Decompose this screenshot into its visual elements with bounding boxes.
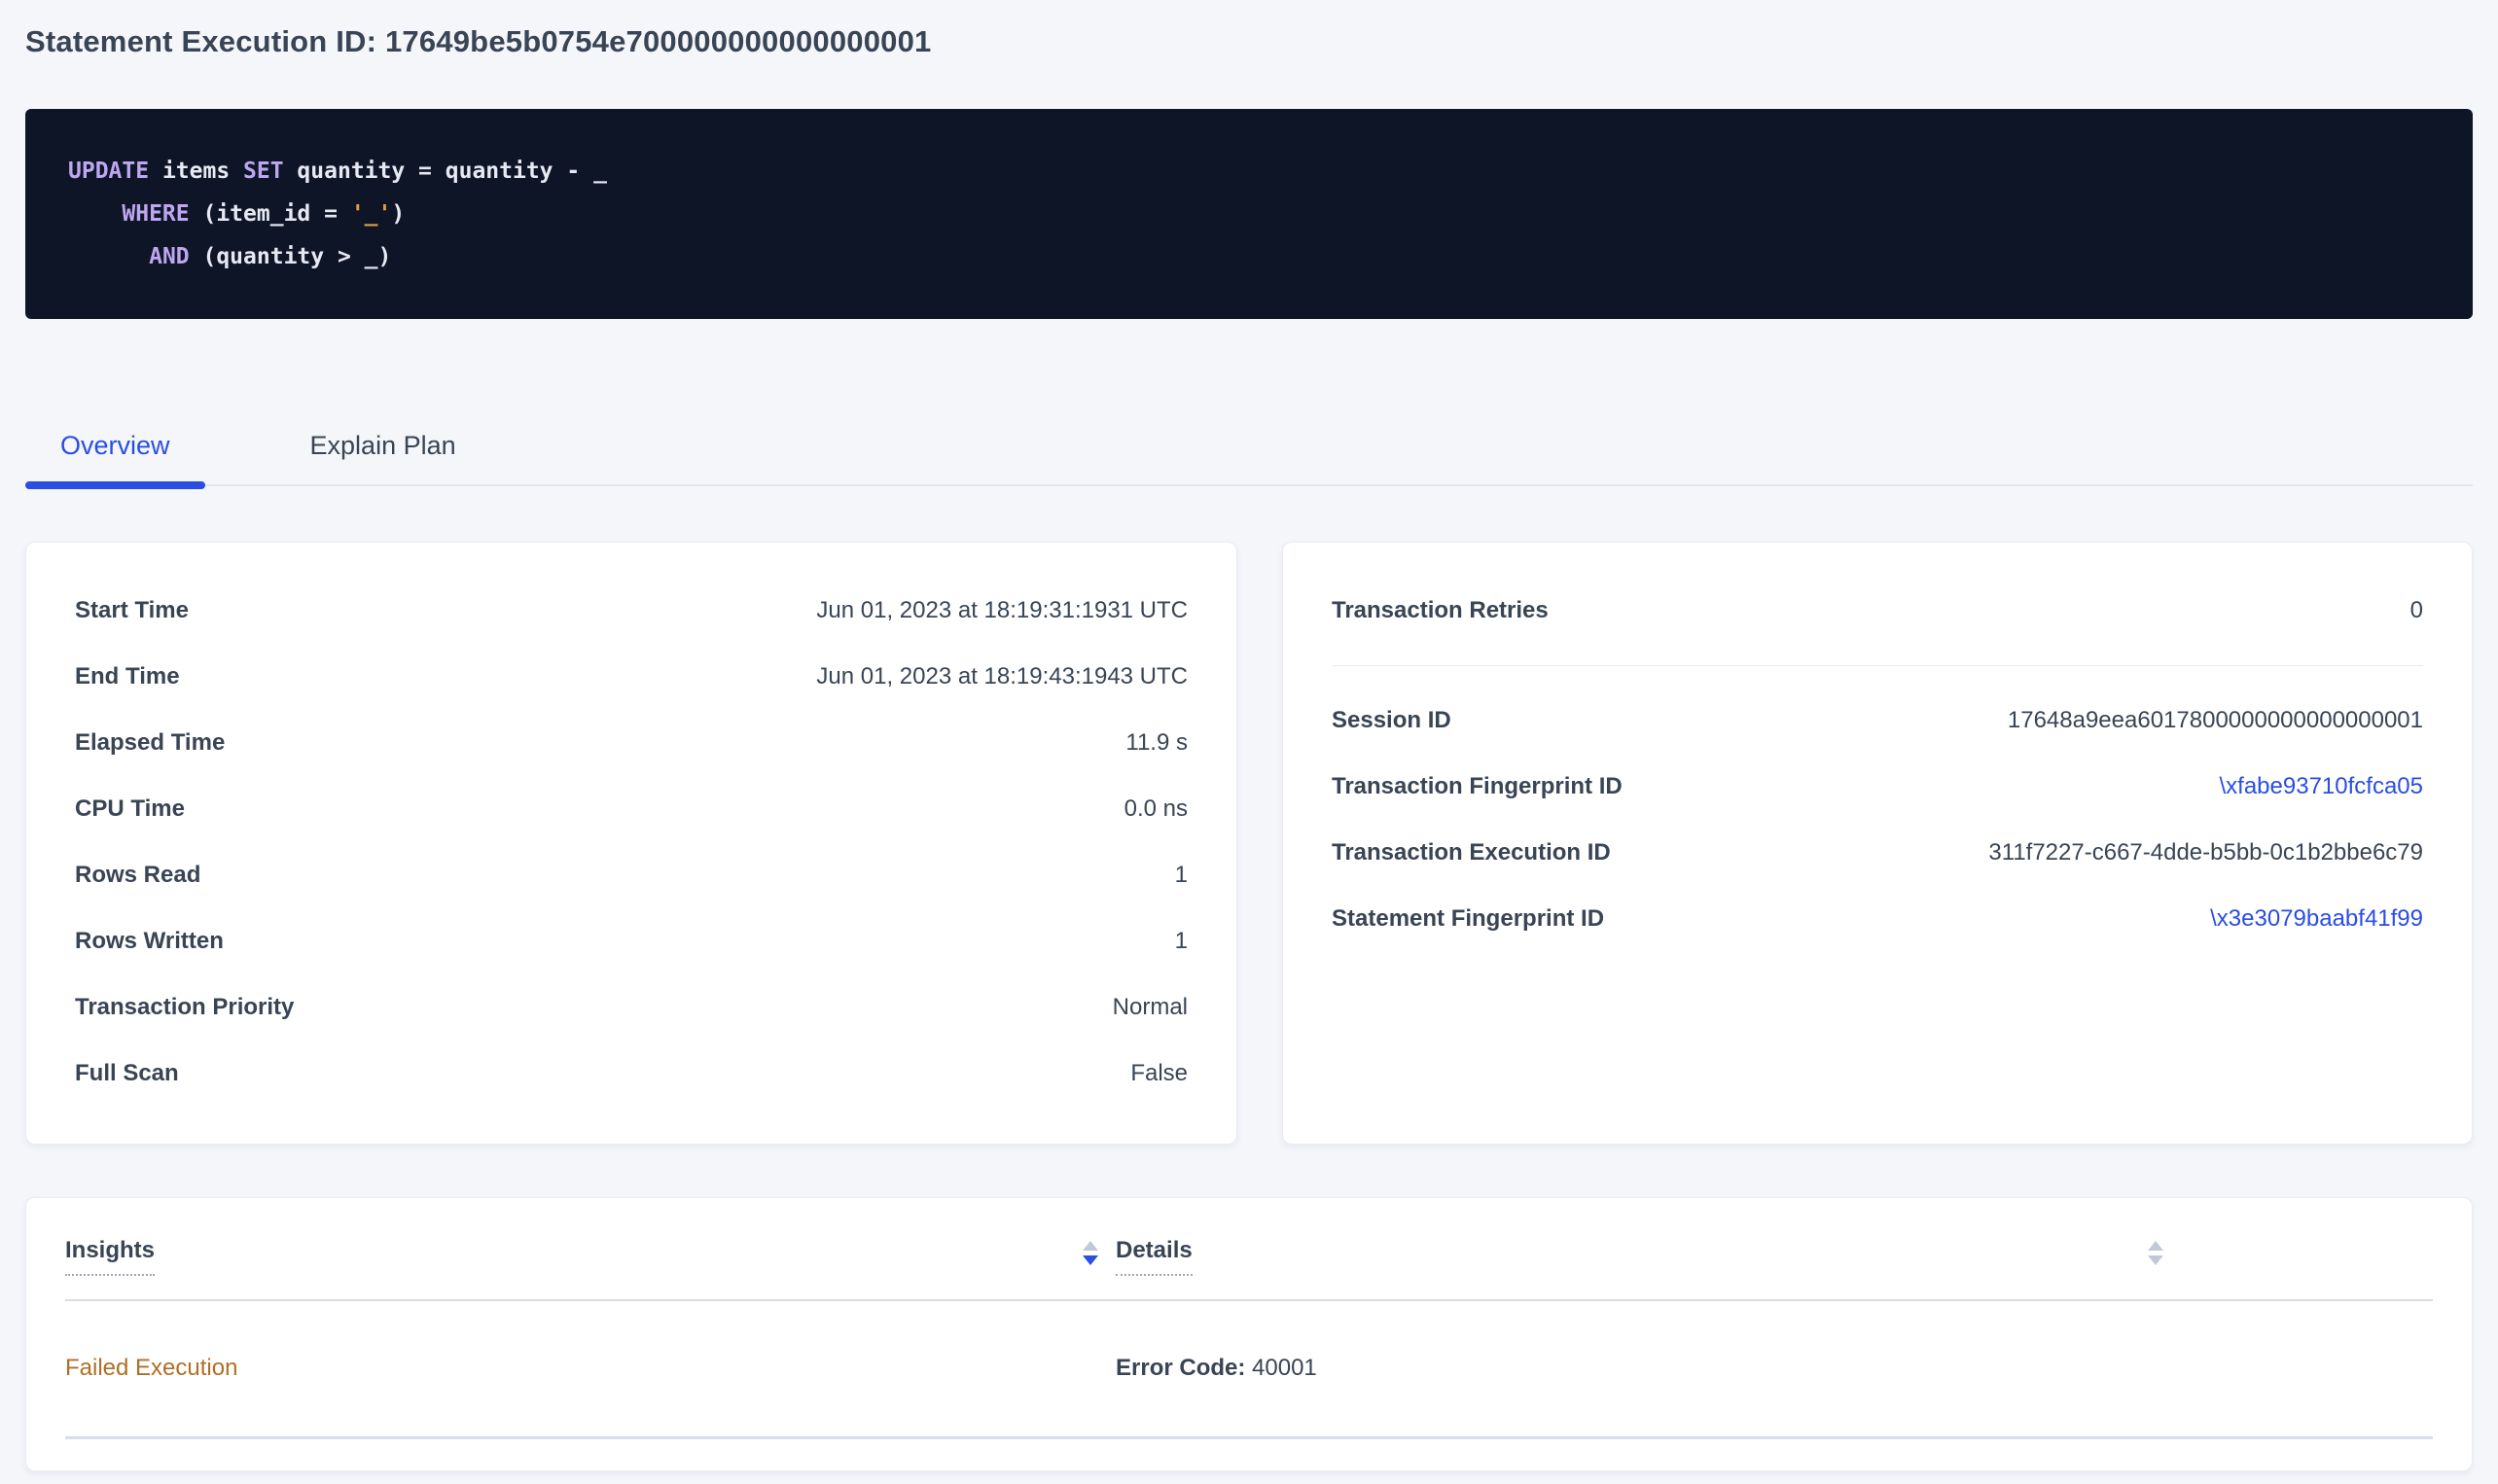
stat-row-end-time: End Time Jun 01, 2023 at 18:19:43:1943 U… [75, 644, 1188, 710]
column-header-details[interactable]: Details [1116, 1239, 2181, 1276]
stat-label: Transaction Retries [1332, 599, 1549, 622]
stat-value: 0 [2410, 599, 2423, 622]
stat-row-transaction-retries: Transaction Retries 0 [1332, 578, 2423, 644]
detail-cell: Error Code: 40001 [1116, 1356, 2181, 1380]
stat-row-cpu-time: CPU Time 0.0 ns [75, 776, 1188, 842]
stat-label: CPU Time [75, 797, 185, 821]
sql-token: ) [391, 201, 405, 227]
stat-label: Transaction Execution ID [1332, 841, 1611, 865]
stat-row-rows-read: Rows Read 1 [75, 842, 1188, 908]
stat-row-transaction-execution-id: Transaction Execution ID 311f7227-c667-4… [1332, 820, 2423, 886]
transaction-execution-id-value: 311f7227-c667-4dde-b5bb-0c1b2bbe6c79 [1988, 841, 2423, 865]
stat-label: Full Scan [75, 1062, 179, 1085]
stat-row-statement-fingerprint-id: Statement Fingerprint ID \x3e3079baabf41… [1332, 886, 2423, 952]
tab-explain-plan[interactable]: Explain Plan [275, 432, 491, 484]
sql-line-2: WHERE (item_id = '_') [68, 193, 2430, 235]
sort-icon-details[interactable] [2148, 1239, 2163, 1265]
sql-statement-box: UPDATE items SET quantity = quantity - _… [25, 109, 2473, 319]
session-id-value: 17648a9eea6017800000000000000001 [2008, 709, 2423, 732]
transaction-card: Transaction Retries 0 Session ID 17648a9… [1282, 542, 2473, 1145]
stat-row-transaction-fingerprint-id: Transaction Fingerprint ID \xfabe93710fc… [1332, 754, 2423, 820]
insights-table-header: Insights Details [65, 1198, 2433, 1301]
sql-token: UPDATE [68, 159, 149, 184]
stat-label: Rows Written [75, 930, 224, 953]
sql-token: '_' [351, 201, 392, 227]
page-title: Statement Execution ID: 17649be5b0754e70… [25, 0, 2473, 58]
sql-token: items [149, 159, 243, 184]
sql-line-1: UPDATE items SET quantity = quantity - _ [68, 150, 2430, 193]
stat-label: Elapsed Time [75, 731, 225, 755]
stat-label: Session ID [1332, 709, 1451, 732]
insight-cell: Failed Execution [65, 1356, 1116, 1380]
sql-token [68, 201, 122, 227]
sql-token [68, 244, 149, 269]
sort-down-arrow-icon [1083, 1255, 1098, 1265]
tab-bar: Overview Explain Plan [25, 432, 2473, 486]
tab-overview[interactable]: Overview [25, 432, 205, 484]
sql-line-3: AND (quantity > _) [68, 235, 2430, 278]
column-spacer [2181, 1239, 2433, 1276]
stat-row-full-scan: Full Scan False [75, 1041, 1188, 1107]
sql-token: SET [243, 159, 284, 184]
sql-token: (item_id = [190, 201, 351, 227]
statement-fingerprint-link[interactable]: \x3e3079baabf41f99 [2210, 907, 2423, 931]
stat-value: Normal [1113, 996, 1188, 1019]
stat-value: 0.0 ns [1124, 797, 1188, 821]
insights-table-card: Insights Details Failed Execution Err [25, 1197, 2473, 1471]
stat-row-transaction-priority: Transaction Priority Normal [75, 974, 1188, 1041]
stat-row-rows-written: Rows Written 1 [75, 908, 1188, 974]
sort-up-arrow-icon [2148, 1241, 2163, 1251]
stat-row-elapsed-time: Elapsed Time 11.9 s [75, 710, 1188, 776]
sql-token: WHERE [122, 201, 189, 227]
column-title-insights: Insights [65, 1239, 155, 1276]
error-code-value: 40001 [1252, 1355, 1317, 1381]
overview-card: Start Time Jun 01, 2023 at 18:19:31:1931… [25, 542, 1237, 1145]
stat-value: Jun 01, 2023 at 18:19:31:1931 UTC [816, 599, 1188, 622]
insight-row: Failed Execution Error Code: 40001 [65, 1301, 2433, 1439]
stat-label: Rows Read [75, 864, 200, 887]
sql-token: AND [149, 244, 190, 269]
sort-up-arrow-icon [1083, 1241, 1098, 1251]
stat-value: Jun 01, 2023 at 18:19:43:1943 UTC [816, 665, 1188, 689]
column-title-details: Details [1116, 1239, 1193, 1276]
stat-value: 1 [1175, 864, 1188, 887]
stat-row-start-time: Start Time Jun 01, 2023 at 18:19:31:1931… [75, 578, 1188, 644]
stat-value: 11.9 s [1125, 731, 1188, 755]
stat-row-session-id: Session ID 17648a9eea6017800000000000000… [1332, 688, 2423, 754]
error-code-label: Error Code: [1116, 1355, 1245, 1381]
sort-icon-insights[interactable] [1083, 1239, 1098, 1265]
insight-failed-execution: Failed Execution [65, 1355, 237, 1381]
stat-label: Start Time [75, 599, 189, 622]
stat-label: Transaction Priority [75, 996, 294, 1019]
page: Statement Execution ID: 17649be5b0754e70… [0, 0, 2498, 1471]
sql-token: (quantity > _) [190, 244, 392, 269]
summary-cards: Start Time Jun 01, 2023 at 18:19:31:1931… [25, 542, 2473, 1145]
column-header-insights[interactable]: Insights [65, 1239, 1116, 1276]
sort-down-arrow-icon [2148, 1255, 2163, 1265]
stat-label: Transaction Fingerprint ID [1332, 775, 1623, 798]
stat-label: End Time [75, 665, 180, 689]
stat-value: 1 [1175, 930, 1188, 953]
transaction-fingerprint-link[interactable]: \xfabe93710fcfca05 [2220, 775, 2424, 798]
stat-label: Statement Fingerprint ID [1332, 907, 1604, 931]
divider [1332, 665, 2423, 666]
stat-value: False [1130, 1062, 1188, 1085]
sql-token: quantity = quantity - _ [284, 159, 607, 184]
